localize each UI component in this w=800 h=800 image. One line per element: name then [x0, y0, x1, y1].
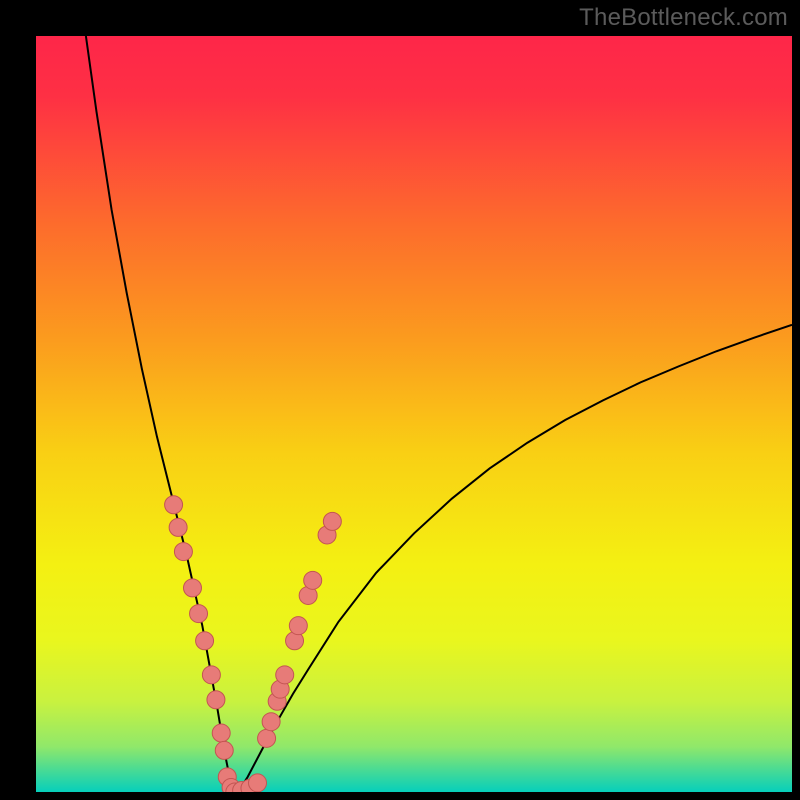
- data-marker: [196, 632, 214, 650]
- data-marker: [202, 666, 220, 684]
- data-marker: [323, 512, 341, 530]
- data-marker: [183, 579, 201, 597]
- data-marker: [174, 543, 192, 561]
- data-marker: [212, 724, 230, 742]
- data-marker: [215, 741, 233, 759]
- data-marker: [276, 666, 294, 684]
- gradient-background: [36, 36, 792, 792]
- data-marker: [165, 496, 183, 514]
- data-marker: [190, 605, 208, 623]
- data-marker: [249, 774, 267, 792]
- data-marker: [258, 729, 276, 747]
- watermark-text: TheBottleneck.com: [579, 4, 788, 32]
- plot-svg: [36, 36, 792, 792]
- data-marker: [207, 691, 225, 709]
- plot-area: [36, 36, 792, 792]
- data-marker: [262, 713, 280, 731]
- data-marker: [169, 518, 187, 536]
- data-marker: [289, 617, 307, 635]
- chart-frame: TheBottleneck.com: [0, 0, 800, 800]
- data-marker: [304, 571, 322, 589]
